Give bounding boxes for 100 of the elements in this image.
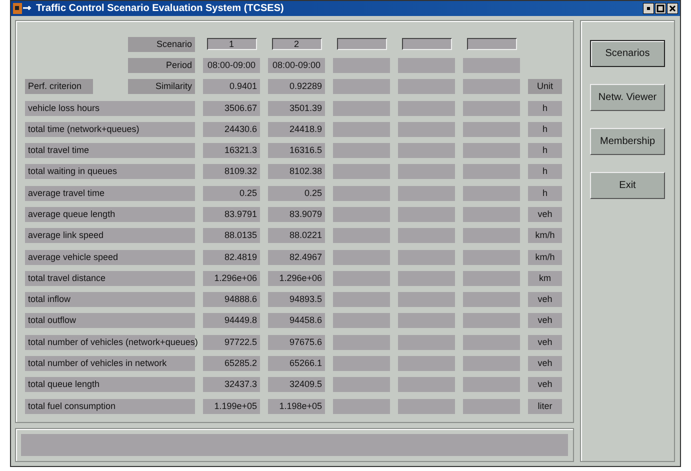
value-cell bbox=[398, 164, 455, 180]
menu-button[interactable]: Membership bbox=[590, 128, 665, 155]
close-icon[interactable] bbox=[667, 3, 678, 14]
unit-cell: h bbox=[528, 164, 562, 180]
scenario-field[interactable]: 1 bbox=[206, 38, 256, 50]
unit-cell: veh bbox=[528, 334, 562, 350]
value-cell bbox=[333, 164, 390, 180]
scenario-field[interactable]: 2 bbox=[272, 38, 322, 50]
criterion-label: total outflow bbox=[25, 313, 195, 328]
value-cell: 0.25 bbox=[268, 186, 325, 201]
value-cell bbox=[398, 270, 455, 286]
period-header: Period bbox=[128, 58, 195, 74]
scenario-header: Scenario bbox=[128, 36, 195, 52]
value-cell: 3501.39 bbox=[268, 100, 325, 116]
scenario-field[interactable] bbox=[336, 38, 386, 50]
minimize-icon[interactable] bbox=[643, 3, 654, 14]
value-cell bbox=[333, 100, 390, 116]
menu-button[interactable]: Scenarios bbox=[590, 40, 665, 67]
value-cell bbox=[463, 356, 520, 372]
maximize-icon[interactable] bbox=[655, 3, 666, 14]
criterion-header: Perf. criterion bbox=[25, 79, 93, 94]
value-cell: 94458.6 bbox=[268, 313, 325, 328]
value-cell bbox=[333, 270, 390, 286]
unit-cell: veh bbox=[528, 313, 562, 328]
menu-button[interactable]: Exit bbox=[590, 172, 665, 199]
similarity-cell: 0.9401 bbox=[203, 79, 260, 94]
period-cell: 08:00-09:00 bbox=[268, 58, 325, 74]
value-cell bbox=[333, 250, 390, 265]
app-icon bbox=[13, 3, 33, 14]
value-cell: 32409.5 bbox=[268, 377, 325, 392]
similarity-cell bbox=[463, 79, 520, 94]
unit-cell: veh bbox=[528, 292, 562, 308]
value-cell bbox=[398, 377, 455, 392]
value-cell bbox=[398, 100, 455, 116]
value-cell: 0.25 bbox=[203, 186, 260, 201]
value-cell bbox=[398, 186, 455, 201]
value-cell bbox=[463, 164, 520, 180]
value-cell: 1.296e+06 bbox=[268, 270, 325, 286]
value-cell: 24418.9 bbox=[268, 122, 325, 137]
value-cell: 24430.6 bbox=[203, 122, 260, 137]
criterion-label: average queue length bbox=[25, 207, 195, 222]
value-cell: 8102.38 bbox=[268, 164, 325, 180]
value-cell: 3506.67 bbox=[203, 100, 260, 116]
value-cell bbox=[333, 398, 390, 414]
period-cell bbox=[333, 58, 390, 74]
value-cell: 8109.32 bbox=[203, 164, 260, 180]
period-cell bbox=[463, 58, 520, 74]
unit-cell: km bbox=[528, 270, 562, 286]
value-cell bbox=[463, 250, 520, 265]
value-cell bbox=[463, 292, 520, 308]
value-cell bbox=[463, 122, 520, 137]
value-cell: 65266.1 bbox=[268, 356, 325, 372]
value-cell: 82.4819 bbox=[203, 250, 260, 265]
value-cell bbox=[463, 207, 520, 222]
value-cell bbox=[398, 250, 455, 265]
value-cell bbox=[398, 122, 455, 137]
value-cell: 94893.5 bbox=[268, 292, 325, 308]
value-cell bbox=[398, 207, 455, 222]
value-cell: 82.4967 bbox=[268, 250, 325, 265]
menu-button[interactable]: Netw. Viewer bbox=[590, 84, 665, 111]
value-cell: 88.0221 bbox=[268, 228, 325, 244]
value-cell bbox=[463, 270, 520, 286]
unit-cell: liter bbox=[528, 398, 562, 414]
value-cell bbox=[398, 143, 455, 158]
unit-cell: h bbox=[528, 143, 562, 158]
value-cell bbox=[398, 292, 455, 308]
criterion-label: total inflow bbox=[25, 292, 195, 308]
period-cell: 08:00-09:00 bbox=[203, 58, 260, 74]
value-cell bbox=[333, 186, 390, 201]
value-cell bbox=[333, 377, 390, 392]
criterion-label: total queue length bbox=[25, 377, 195, 392]
similarity-cell bbox=[333, 79, 390, 94]
value-cell: 83.9079 bbox=[268, 207, 325, 222]
value-cell bbox=[463, 100, 520, 116]
value-cell: 94888.6 bbox=[203, 292, 260, 308]
value-cell bbox=[463, 228, 520, 244]
value-cell: 97675.6 bbox=[268, 334, 325, 350]
value-cell bbox=[463, 143, 520, 158]
scenario-field[interactable] bbox=[466, 38, 516, 50]
value-cell: 1.199e+05 bbox=[203, 398, 260, 414]
value-cell bbox=[398, 356, 455, 372]
criterion-label: total waiting in queues bbox=[25, 164, 195, 180]
value-cell: 32437.3 bbox=[203, 377, 260, 392]
value-cell bbox=[333, 122, 390, 137]
value-cell bbox=[333, 334, 390, 350]
scenario-field[interactable] bbox=[402, 38, 452, 50]
value-cell bbox=[333, 207, 390, 222]
unit-cell: h bbox=[528, 100, 562, 116]
criterion-label: total travel distance bbox=[25, 270, 195, 286]
similarity-cell bbox=[398, 79, 455, 94]
value-cell bbox=[463, 186, 520, 201]
value-cell: 94449.8 bbox=[203, 313, 260, 328]
value-cell bbox=[398, 334, 455, 350]
value-cell: 88.0135 bbox=[203, 228, 260, 244]
unit-cell: h bbox=[528, 186, 562, 201]
criterion-label: vehicle loss hours bbox=[25, 100, 195, 116]
criterion-label: total number of vehicles (network+queues) bbox=[25, 334, 195, 350]
criterion-label: average travel time bbox=[25, 186, 195, 201]
value-cell bbox=[398, 398, 455, 414]
value-cell bbox=[398, 313, 455, 328]
